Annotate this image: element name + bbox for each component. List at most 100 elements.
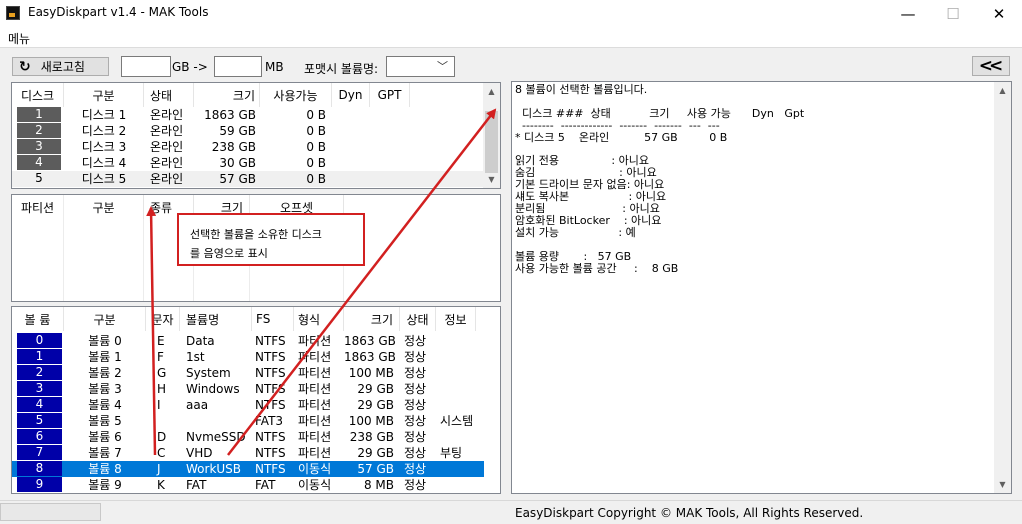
column-header[interactable]: 크기	[194, 83, 260, 107]
volume-index: 3	[17, 381, 62, 396]
column-header[interactable]: 문자	[146, 307, 180, 331]
volume-name-select[interactable]: ﹀	[386, 56, 455, 77]
scroll-down-icon[interactable]: ▼	[994, 476, 1011, 493]
volume-index: 8	[17, 461, 62, 476]
volume-name: 볼륨 9	[88, 478, 122, 492]
volume-status: 정상	[404, 382, 427, 396]
volume-type: 파티션	[298, 350, 332, 364]
table-row[interactable]: 3 볼륨 3 H Windows NTFS 파티션 29 GB 정상	[12, 381, 484, 397]
volume-info	[440, 333, 482, 349]
volume-type: 파티션	[298, 398, 332, 412]
table-row[interactable]: 4 볼륨 4 Iaaa NTFS 파티션 29 GB 정상	[12, 397, 484, 413]
volume-index: 7	[17, 445, 62, 460]
disk-status: 온라인	[150, 172, 184, 186]
drive-letter: K	[157, 478, 165, 492]
drive-letter: H	[157, 382, 167, 396]
column-header[interactable]: 볼 륨	[12, 307, 64, 331]
table-row[interactable]: 2 볼륨 2 G System NTFS 파티션 100 MB 정상	[12, 365, 484, 381]
table-row[interactable]: 5 디스크 5 온라인 57 GB 0 B	[12, 171, 484, 187]
column-header[interactable]: 상태	[144, 83, 194, 107]
volume-detail-text: 8 볼륨이 선택한 볼륨입니다. 디스크 ### 상태 크기 사용 가능 Dyn…	[515, 83, 805, 275]
volume-type: 이동식	[298, 462, 332, 476]
detail-scrollbar[interactable]: ▲ ▼	[994, 82, 1011, 493]
column-header[interactable]: 형식	[294, 307, 344, 331]
file-system: FAT	[255, 478, 276, 492]
disk-name: 디스크 1	[81, 108, 127, 122]
table-row[interactable]: 1 볼륨 1 F 1st NTFS 파티션 1863 GB 정상	[12, 349, 484, 365]
table-row[interactable]: 5 볼륨 5 FAT3 파티션 100 MB 정상 시스템	[12, 413, 484, 429]
column-header[interactable]: Dyn	[332, 83, 370, 107]
drive-letter: D	[157, 430, 167, 444]
volume-size: 1863 GB	[344, 334, 396, 348]
gb-input[interactable]	[121, 56, 171, 77]
minimize-button[interactable]: —	[885, 0, 931, 27]
disk-name: 디스크 4	[81, 156, 127, 170]
volume-name: 볼륨 2	[88, 366, 122, 380]
table-row[interactable]: 8 볼륨 8 J WorkUSB NTFS 이동식 57 GB 정상	[12, 461, 484, 477]
menu-bar	[0, 27, 1022, 47]
column-header[interactable]: 사용가능	[260, 83, 332, 107]
column-header[interactable]: FS	[252, 307, 294, 331]
scroll-thumb[interactable]	[485, 111, 498, 173]
volume-label: 1st	[186, 350, 205, 364]
table-row[interactable]: 2 디스크 2 온라인 59 GB 0 B	[12, 123, 484, 139]
column-header[interactable]: 볼륨명	[180, 307, 252, 331]
column-header[interactable]: 크기	[344, 307, 400, 331]
table-row[interactable]: 7 볼륨 7 C VHD NTFS 파티션 29 GB 정상 부팅	[12, 445, 484, 461]
volume-label: VHD	[186, 446, 213, 460]
drive-letter: E	[157, 334, 165, 348]
close-button[interactable]: ✕	[976, 0, 1022, 27]
column-header[interactable]: 상태	[400, 307, 436, 331]
volume-status: 정상	[404, 430, 427, 444]
volume-detail-panel[interactable]: 8 볼륨이 선택한 볼륨입니다. 디스크 ### 상태 크기 사용 가능 Dyn…	[511, 81, 1012, 494]
disk-list[interactable]: 디스크 구분 상태 크기 사용가능 Dyn GPT 1 디스크 1 온라인 1863 …	[11, 82, 501, 189]
disk-size: 1863 GB	[204, 108, 256, 122]
volume-name: 볼륨 4	[88, 398, 122, 412]
volume-type: 파티션	[298, 430, 332, 444]
volume-info	[440, 429, 482, 445]
scroll-up-icon[interactable]: ▲	[994, 82, 1011, 99]
disk-free: 0 B	[306, 140, 326, 154]
disk-index: 4	[17, 155, 61, 170]
refresh-button[interactable]: ↻ 새로고침	[12, 57, 109, 76]
menu-item[interactable]: 메뉴	[8, 30, 30, 47]
disk-size: 30 GB	[219, 156, 256, 170]
file-system: NTFS	[255, 382, 286, 396]
table-row[interactable]: 9 볼륨 9 K FAT FAT 이동식 8 MB 정상	[12, 477, 484, 493]
mb-input[interactable]	[214, 56, 262, 77]
column-header[interactable]: 구분	[64, 83, 144, 107]
table-row[interactable]: 6 볼륨 6 D NvmeSSD NTFS 파티션 238 GB 정상	[12, 429, 484, 445]
table-row[interactable]: 3 디스크 3 온라인 238 GB 0 B	[12, 139, 484, 155]
column-header[interactable]: 파티션	[12, 195, 64, 219]
volume-type: 파티션	[298, 366, 332, 380]
volume-list[interactable]: 볼 륨 구분 문자 볼륨명 FS 형식 크기 상태 정보 0 볼륨 0 E Data N…	[11, 306, 501, 494]
volume-name: 볼륨 3	[88, 382, 122, 396]
disk-status: 온라인	[150, 108, 184, 122]
volume-name: 볼륨 5	[88, 414, 122, 428]
volume-index: 6	[17, 429, 62, 444]
file-system: NTFS	[255, 366, 286, 380]
table-row[interactable]: 4 디스크 4 온라인 30 GB 0 B	[12, 155, 484, 171]
disk-free: 0 B	[306, 108, 326, 122]
maximize-button[interactable]: ☐	[930, 0, 976, 27]
scroll-down-icon[interactable]: ▼	[483, 171, 500, 188]
column-header[interactable]: 정보	[436, 307, 476, 331]
volume-label	[186, 413, 252, 429]
volume-index: 0	[17, 333, 62, 348]
collapse-button[interactable]: <<	[972, 56, 1010, 76]
volume-name: 볼륨 1	[88, 350, 122, 364]
refresh-icon: ↻	[19, 58, 31, 75]
table-row[interactable]: 0 볼륨 0 E Data NTFS 파티션 1863 GB 정상	[12, 333, 484, 349]
column-header[interactable]: 구분	[64, 307, 146, 331]
volume-info	[440, 461, 482, 477]
column-header[interactable]: 디스크	[12, 83, 64, 107]
table-row[interactable]: 1 디스크 1 온라인 1863 GB 0 B	[12, 107, 484, 123]
column-header[interactable]: GPT	[370, 83, 410, 107]
disk-list-scrollbar[interactable]: ▲ ▼	[483, 83, 500, 188]
scroll-up-icon[interactable]: ▲	[483, 83, 500, 100]
drive-letter: C	[157, 446, 166, 460]
drive-letter: G	[157, 366, 167, 380]
column-header[interactable]: 구분	[64, 195, 144, 219]
file-system: NTFS	[255, 446, 286, 460]
disk-size: 238 GB	[211, 140, 256, 154]
